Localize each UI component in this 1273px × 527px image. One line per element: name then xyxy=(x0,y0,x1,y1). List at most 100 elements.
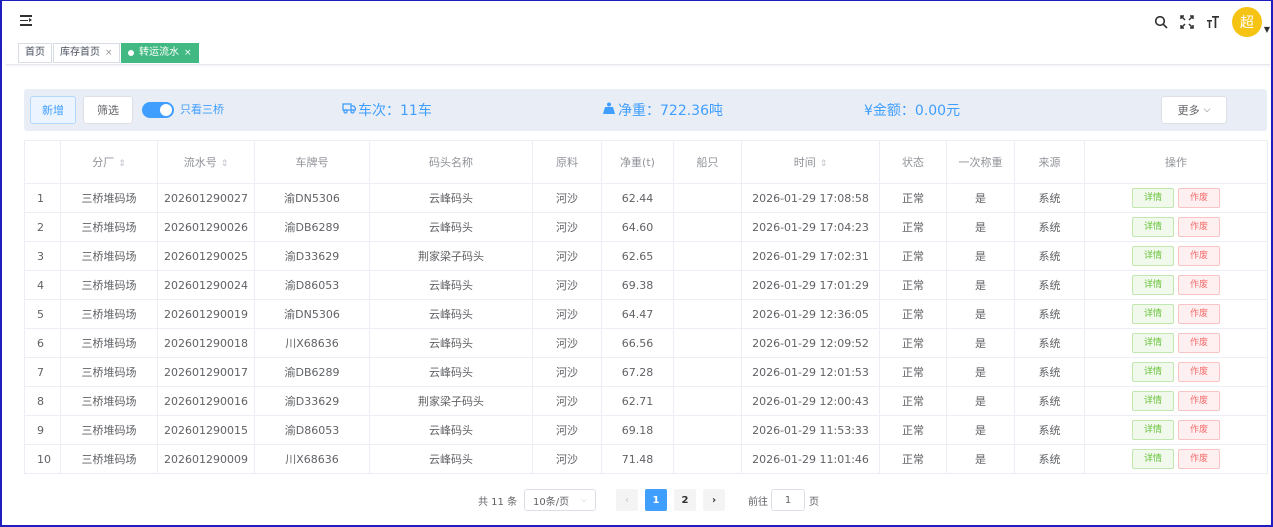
detail-button[interactable]: 详情 xyxy=(1132,362,1174,382)
sort-icon[interactable]: ⇕ xyxy=(221,159,229,169)
void-button[interactable]: 作废 xyxy=(1178,391,1220,411)
navbar: 超 ▼ xyxy=(6,3,1270,41)
cell-index: 2 xyxy=(24,212,61,242)
avatar[interactable]: 超 xyxy=(1231,7,1262,37)
sort-icon[interactable]: ⇕ xyxy=(820,159,828,169)
col-header-label: 一次称重 xyxy=(958,156,1003,169)
total-count: 共 11 条 xyxy=(478,496,518,508)
chevron-down-icon: ⌵ xyxy=(1203,105,1211,115)
cell-serial-no: 202601290009 xyxy=(157,444,255,474)
detail-button[interactable]: 详情 xyxy=(1132,188,1174,208)
cell-index: 7 xyxy=(24,357,61,387)
cell-net-weight: 66.56 xyxy=(601,328,674,358)
cell-ship xyxy=(673,299,742,329)
col-header-plate-no: 车牌号 xyxy=(254,140,370,184)
close-icon[interactable]: × xyxy=(105,44,113,62)
void-button[interactable]: 作废 xyxy=(1178,188,1220,208)
cell-factory: 三桥堆码场 xyxy=(60,183,158,213)
cell-net-weight: 62.44 xyxy=(601,183,674,213)
cell-net-weight: 69.38 xyxy=(601,270,674,300)
cell-source: 系统 xyxy=(1014,357,1085,387)
cell-source: 系统 xyxy=(1014,415,1085,445)
page-2-button[interactable]: 2 xyxy=(674,489,696,511)
fullscreen-icon[interactable] xyxy=(1174,9,1200,35)
cell-status: 正常 xyxy=(879,183,947,213)
only-sanqiao-switch[interactable] xyxy=(142,102,174,118)
cell-time: 2026-01-29 12:36:05 xyxy=(741,299,880,329)
table-row: 5 三桥堆码场 202601290019 渝DN5306 云峰码头 河沙 64.47 2026… xyxy=(24,299,1268,329)
void-button[interactable]: 作废 xyxy=(1178,275,1220,295)
detail-button[interactable]: 详情 xyxy=(1132,246,1174,266)
truck-icon xyxy=(342,102,357,118)
cell-serial-no: 202601290026 xyxy=(157,212,255,242)
page-1-button[interactable]: 1 xyxy=(645,489,667,511)
detail-button[interactable]: 详情 xyxy=(1132,449,1174,469)
void-button[interactable]: 作废 xyxy=(1178,333,1220,353)
cell-actions: 详情 作废 xyxy=(1084,299,1268,329)
page-size-select[interactable]: 10条/页 ⌵ xyxy=(524,489,596,511)
tag-inventory-home[interactable]: 库存首页 × xyxy=(53,43,120,63)
add-button[interactable]: 新增 xyxy=(30,96,76,124)
cell-actions: 详情 作废 xyxy=(1084,328,1268,358)
next-page-button[interactable]: › xyxy=(703,489,725,511)
detail-button[interactable]: 详情 xyxy=(1132,304,1174,324)
cell-factory: 三桥堆码场 xyxy=(60,415,158,445)
cell-status: 正常 xyxy=(879,357,947,387)
detail-button[interactable]: 详情 xyxy=(1132,217,1174,237)
cell-first-weigh: 是 xyxy=(946,212,1015,242)
void-button[interactable]: 作废 xyxy=(1178,362,1220,382)
cell-status: 正常 xyxy=(879,299,947,329)
col-header-time[interactable]: 时间 ⇕ xyxy=(741,140,880,184)
filter-button[interactable]: 筛选 xyxy=(83,96,133,124)
cell-ship xyxy=(673,415,742,445)
hamburger-fold-icon[interactable] xyxy=(20,15,32,26)
col-header-serial-no[interactable]: 流水号 ⇕ xyxy=(157,140,255,184)
col-header-material: 原料 xyxy=(532,140,602,184)
void-button[interactable]: 作废 xyxy=(1178,449,1220,469)
cell-first-weigh: 是 xyxy=(946,299,1015,329)
detail-button[interactable]: 详情 xyxy=(1132,333,1174,353)
void-button[interactable]: 作废 xyxy=(1178,420,1220,440)
cell-status: 正常 xyxy=(879,212,947,242)
col-header-label: 操作 xyxy=(1165,156,1187,169)
goto-page-input[interactable]: 1 xyxy=(771,489,805,511)
detail-button[interactable]: 详情 xyxy=(1132,391,1174,411)
cell-plate-no: 渝DB6289 xyxy=(254,212,370,242)
cell-first-weigh: 是 xyxy=(946,444,1015,474)
cell-source: 系统 xyxy=(1014,241,1085,271)
void-button[interactable]: 作废 xyxy=(1178,217,1220,237)
cell-index: 1 xyxy=(24,183,61,213)
col-header-source: 来源 xyxy=(1014,140,1085,184)
cell-source: 系统 xyxy=(1014,386,1085,416)
void-button[interactable]: 作废 xyxy=(1178,246,1220,266)
cell-status: 正常 xyxy=(879,328,947,358)
cell-serial-no: 202601290016 xyxy=(157,386,255,416)
table-row: 4 三桥堆码场 202601290024 渝D86053 云峰码头 河沙 69.38 2026… xyxy=(24,270,1268,300)
cell-ship xyxy=(673,241,742,271)
detail-button[interactable]: 详情 xyxy=(1132,275,1174,295)
more-button[interactable]: 更多 ⌵ xyxy=(1161,96,1227,124)
table-row: 6 三桥堆码场 202601290018 川X68636 云峰码头 河沙 66.56 2026… xyxy=(24,328,1268,358)
detail-button[interactable]: 详情 xyxy=(1132,420,1174,440)
cell-status: 正常 xyxy=(879,270,947,300)
prev-page-button[interactable]: ‹ xyxy=(616,489,638,511)
stats-toolbar: 新增 筛选 只看三桥 车次：11车 净重：722.36吨 ¥金额：0.00元 更… xyxy=(24,89,1267,131)
cell-wharf-name: 荆家梁子码头 xyxy=(369,241,533,271)
tag-transfer-flow[interactable]: 转运流水 × xyxy=(121,43,199,63)
cell-material: 河沙 xyxy=(532,328,602,358)
tag-home[interactable]: 首页 xyxy=(18,43,52,63)
void-button[interactable]: 作废 xyxy=(1178,304,1220,324)
col-header-factory[interactable]: 分厂 ⇕ xyxy=(60,140,158,184)
more-label: 更多 xyxy=(1177,104,1200,117)
sort-icon[interactable]: ⇕ xyxy=(118,159,126,169)
cell-ship xyxy=(673,386,742,416)
cell-plate-no: 渝D33629 xyxy=(254,241,370,271)
cell-factory: 三桥堆码场 xyxy=(60,386,158,416)
close-icon[interactable]: × xyxy=(184,44,192,62)
caret-down-icon[interactable]: ▼ xyxy=(1264,25,1270,34)
col-header-label: 流水号 xyxy=(183,156,217,169)
cell-time: 2026-01-29 11:53:33 xyxy=(741,415,880,445)
font-size-icon[interactable] xyxy=(1200,9,1226,35)
cell-time: 2026-01-29 17:02:31 xyxy=(741,241,880,271)
search-icon[interactable] xyxy=(1148,9,1174,35)
